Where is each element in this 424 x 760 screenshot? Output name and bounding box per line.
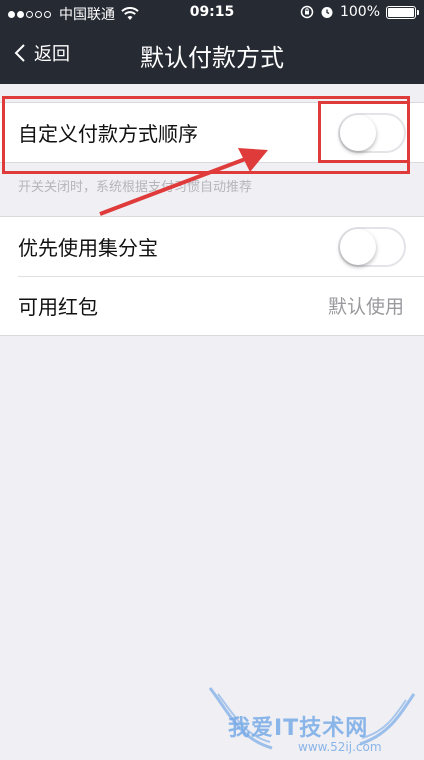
watermark-text: 我爱IT技术网 xyxy=(228,716,369,741)
annotation-arrow xyxy=(99,148,268,216)
watermark-url: www.52ij.com xyxy=(298,740,382,754)
